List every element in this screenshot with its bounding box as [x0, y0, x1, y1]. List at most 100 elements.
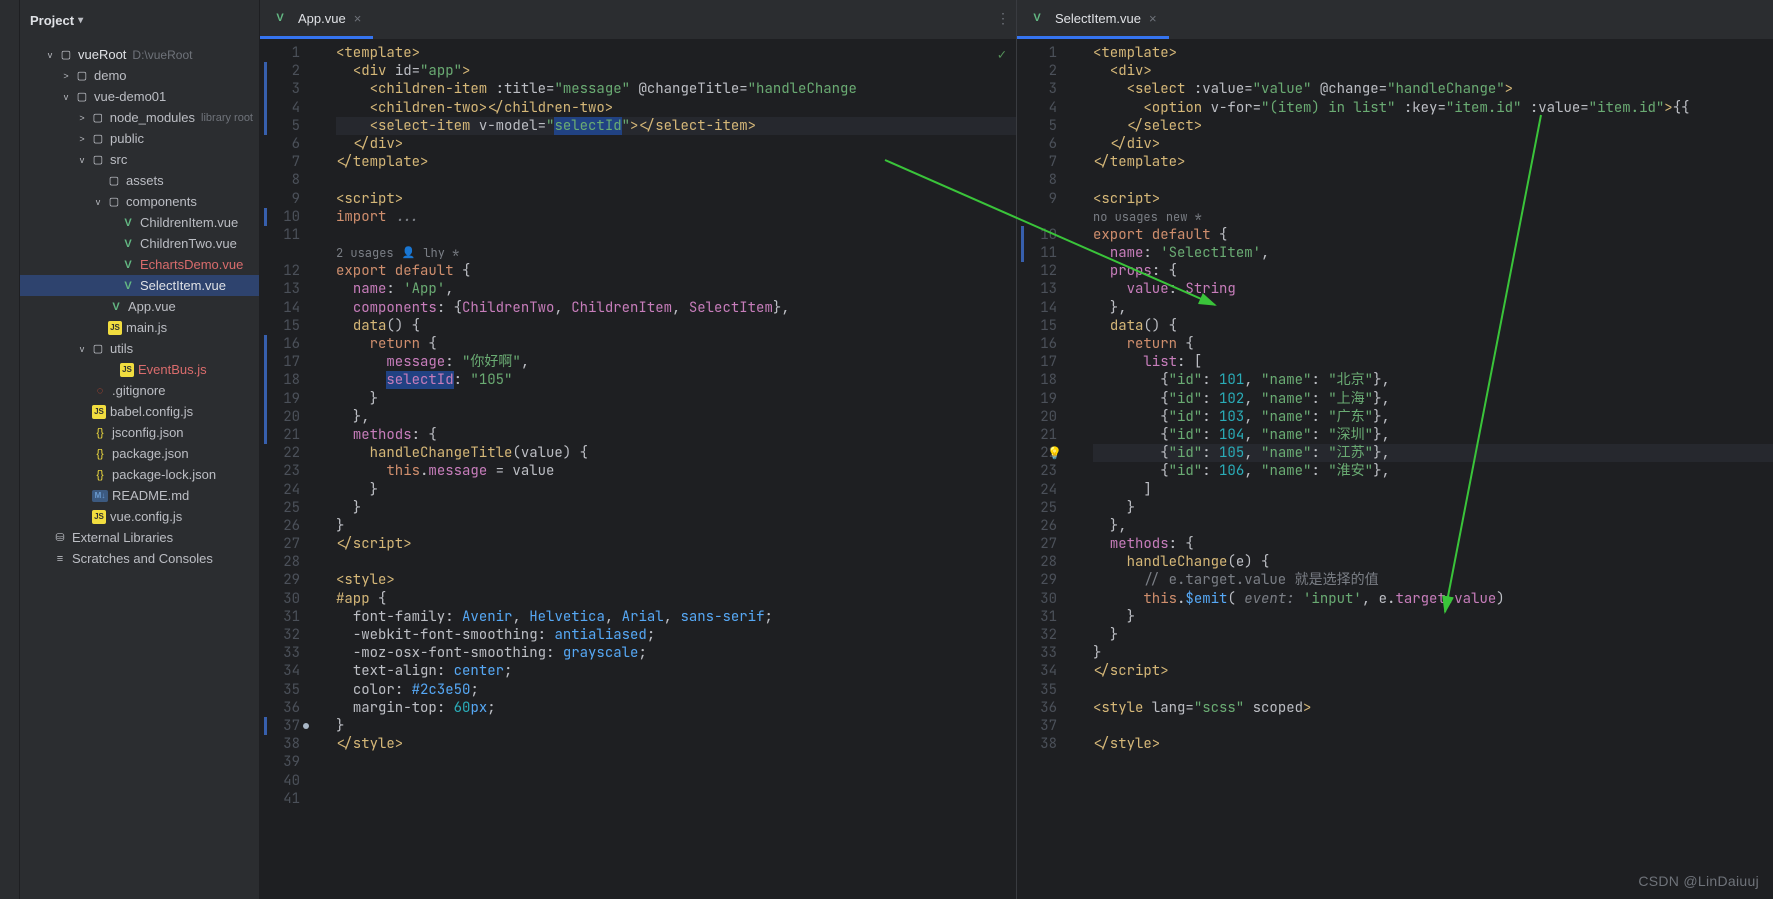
- vue-icon: V: [120, 278, 136, 294]
- usages-count: 2 usages: [336, 244, 394, 262]
- folder-icon: ▢: [90, 341, 106, 357]
- close-icon[interactable]: ×: [1149, 11, 1157, 26]
- json-icon: {}: [92, 446, 108, 462]
- tree-item[interactable]: ▢ assets: [20, 170, 259, 191]
- tree-item[interactable]: V SelectItem.vue: [20, 275, 259, 296]
- library-icon: ⛁: [52, 530, 68, 546]
- external-libraries[interactable]: ⛁ External Libraries: [20, 527, 259, 548]
- tree-item-tag: library root: [201, 112, 253, 124]
- code-text[interactable]: <template> <div> <select :value="value" …: [1069, 40, 1773, 899]
- usages-right: new *: [1166, 208, 1202, 226]
- code-area-right[interactable]: 1234567891011121314151617181920212223242…: [1017, 40, 1773, 899]
- tree-root[interactable]: v ▢ vueRoot D:\vueRoot: [20, 44, 259, 65]
- watermark: CSDN @LinDaiuuj: [1638, 873, 1759, 889]
- tree-item-label: EchartsDemo.vue: [140, 257, 243, 272]
- tree-item[interactable]: v▢utils: [20, 338, 259, 359]
- tree-item-label: utils: [110, 341, 133, 356]
- gutter-markers: [260, 44, 312, 808]
- tree-item[interactable]: >▢node_moduleslibrary root: [20, 107, 259, 128]
- js-icon: JS: [120, 363, 134, 377]
- gutter-markers: 💡: [1017, 44, 1069, 753]
- js-icon: JS: [108, 321, 122, 335]
- tree-item-label: node_modules: [110, 110, 195, 125]
- scratches[interactable]: ≡ Scratches and Consoles: [20, 548, 259, 569]
- vue-icon: V: [272, 10, 288, 26]
- tree-item-label: ChildrenItem.vue: [140, 215, 238, 230]
- js-icon: JS: [92, 405, 106, 419]
- vue-icon: V: [120, 236, 136, 252]
- tree-item[interactable]: M↓ README.md: [20, 485, 259, 506]
- folder-icon: ▢: [106, 173, 122, 189]
- tree-item-label: SelectItem.vue: [140, 278, 226, 293]
- chevron-down-icon: ▾: [78, 15, 83, 26]
- sidebar-title: Project: [30, 13, 74, 28]
- tree-item-label: babel.config.js: [110, 404, 193, 419]
- editor-split: V App.vue × ⋮ ✓ 123456789101112131415161…: [260, 0, 1773, 899]
- tree-item[interactable]: V ChildrenItem.vue: [20, 212, 259, 233]
- tabbar-right[interactable]: V SelectItem.vue ×: [1017, 0, 1773, 40]
- editor-split-icon[interactable]: ⋮: [996, 10, 1010, 27]
- tree-item-label: main.js: [126, 320, 167, 335]
- vue-icon: V: [108, 299, 124, 315]
- project-sidebar: Project ▾ v ▢ vueRoot D:\vueRoot >▢demov…: [20, 0, 260, 899]
- tree-item[interactable]: >▢public: [20, 128, 259, 149]
- tree-item[interactable]: {} package.json: [20, 443, 259, 464]
- tree-item[interactable]: {}package-lock.json: [20, 464, 259, 485]
- tree-item[interactable]: JS vue.config.js: [20, 506, 259, 527]
- folder-icon: ▢: [90, 152, 106, 168]
- tree-item-label: demo: [94, 68, 127, 83]
- tree-item[interactable]: v▢vue-demo01: [20, 86, 259, 107]
- tree-item-label: vue-demo01: [94, 89, 166, 104]
- usages-left: no usages: [1093, 208, 1158, 226]
- tree-item-label: assets: [126, 173, 164, 188]
- tree-item-label: App.vue: [128, 299, 176, 314]
- tree-item[interactable]: VChildrenTwo.vue: [20, 233, 259, 254]
- author: lhy *: [423, 244, 459, 262]
- tree-item[interactable]: V App.vue: [20, 296, 259, 317]
- tabbar-left[interactable]: V App.vue × ⋮: [260, 0, 1016, 40]
- tree-item-label: vue.config.js: [110, 509, 182, 524]
- editor-left: V App.vue × ⋮ ✓ 123456789101112131415161…: [260, 0, 1017, 899]
- close-icon[interactable]: ×: [354, 11, 362, 26]
- scratch-icon: ≡: [52, 551, 68, 567]
- tree-item[interactable]: JS EventBus.js: [20, 359, 259, 380]
- tree-item[interactable]: ◌ .gitignore: [20, 380, 259, 401]
- tree-item-label: README.md: [112, 488, 189, 503]
- tab-label: SelectItem.vue: [1055, 11, 1141, 26]
- tab-selectitem-vue[interactable]: V SelectItem.vue ×: [1017, 0, 1169, 39]
- folder-icon: ▢: [90, 131, 106, 147]
- code-area-left[interactable]: ✓ 12345678910111213141516171819202122232…: [260, 40, 1016, 899]
- tree-item[interactable]: v▢components: [20, 191, 259, 212]
- app-root: Project ▾ v ▢ vueRoot D:\vueRoot >▢demov…: [0, 0, 1773, 899]
- tab-app-vue[interactable]: V App.vue ×: [260, 0, 373, 39]
- tree-item[interactable]: {}jsconfig.json: [20, 422, 259, 443]
- folder-icon: ▢: [58, 47, 74, 63]
- vue-icon: V: [120, 215, 136, 231]
- md-icon: M↓: [92, 490, 108, 502]
- tree-item-label: jsconfig.json: [112, 425, 184, 440]
- tree-item-label: EventBus.js: [138, 362, 207, 377]
- tree-item[interactable]: JS main.js: [20, 317, 259, 338]
- tab-label: App.vue: [298, 11, 346, 26]
- tree-item-label: .gitignore: [112, 383, 165, 398]
- code-text[interactable]: <template> <div id="app"> <children-item…: [312, 40, 1016, 899]
- sidebar-header[interactable]: Project ▾: [20, 0, 259, 40]
- tree-item[interactable]: >▢demo: [20, 65, 259, 86]
- json-icon: {}: [92, 467, 108, 483]
- folder-icon: ▢: [90, 110, 106, 126]
- tree-item-label: package.json: [112, 446, 189, 461]
- tree-item[interactable]: JS babel.config.js: [20, 401, 259, 422]
- editor-right: V SelectItem.vue × 123456789101112131415…: [1017, 0, 1773, 899]
- tree-item[interactable]: v▢src: [20, 149, 259, 170]
- tree-item-label: components: [126, 194, 197, 209]
- folder-icon: ▢: [106, 194, 122, 210]
- git-icon: ◌: [92, 383, 108, 399]
- folder-icon: ▢: [74, 68, 90, 84]
- tree-item-label: public: [110, 131, 144, 146]
- tree-item[interactable]: VEchartsDemo.vue: [20, 254, 259, 275]
- vue-icon: V: [1029, 10, 1045, 26]
- tree-item-label: src: [110, 152, 127, 167]
- project-tree[interactable]: v ▢ vueRoot D:\vueRoot >▢demov▢vue-demo0…: [20, 40, 259, 899]
- js-icon: JS: [92, 510, 106, 524]
- tool-window-rail[interactable]: [0, 0, 20, 899]
